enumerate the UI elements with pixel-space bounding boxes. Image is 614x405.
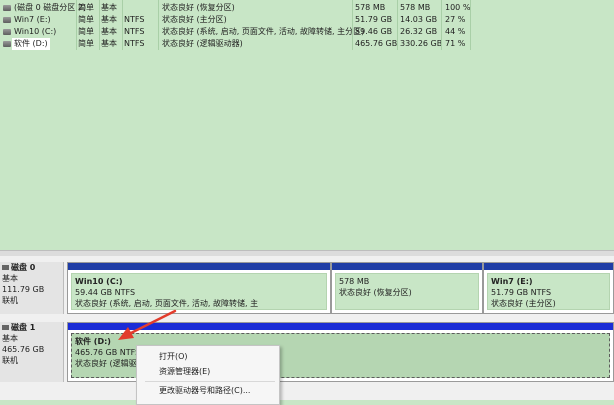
annotation-arrow-icon [118, 309, 177, 340]
